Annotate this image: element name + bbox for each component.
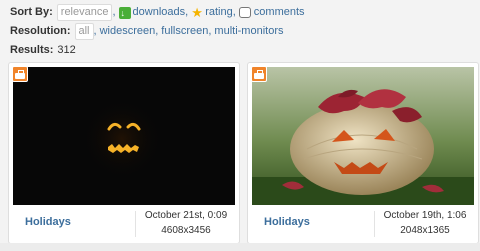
download-icon	[118, 4, 131, 23]
sort-label: Sort By:	[10, 6, 53, 18]
separator: ,	[185, 6, 189, 18]
image-dimensions: 2048x1365	[400, 225, 450, 236]
separator: ,	[232, 6, 236, 18]
separator: ,	[208, 25, 212, 37]
briefcase-icon	[12, 66, 28, 82]
page-footer-strip	[0, 243, 480, 251]
separator: ,	[112, 6, 116, 18]
wallpaper-meta: Holidays October 19th, 1:06 2048x1365	[252, 207, 474, 241]
sort-row: Sort By: relevance, downloads, ★rating, …	[10, 3, 475, 23]
upload-date: October 21st, 0:09	[144, 210, 228, 221]
results-row: Results: 312	[10, 41, 475, 60]
category-link[interactable]: Holidays	[25, 216, 71, 228]
upload-date: October 19th, 1:06	[383, 210, 467, 221]
resolution-label: Resolution:	[10, 25, 71, 37]
wallpaper-card: Holidays October 21st, 0:09 4608x3456	[8, 62, 240, 244]
star-icon: ★	[191, 4, 203, 20]
results-count: 312	[57, 44, 76, 56]
comment-bubble-icon	[238, 7, 251, 18]
results-label: Results:	[10, 44, 54, 56]
resolution-row: Resolution: all, widescreen, fullscreen,…	[10, 22, 475, 41]
wallpaper-card: Holidays October 19th, 1:06 2048x1365	[247, 62, 479, 244]
sort-option-comments-label: comments	[253, 6, 305, 18]
sort-option-downloads[interactable]: downloads	[118, 3, 186, 23]
divider	[374, 211, 375, 237]
wallpaper-meta: Holidays October 21st, 0:09 4608x3456	[13, 207, 235, 241]
resolution-option-all[interactable]: all	[74, 23, 94, 40]
image-dimensions: 4608x3456	[161, 225, 211, 236]
separator: ,	[155, 25, 159, 37]
resolution-option-widescreen[interactable]: widescreen	[100, 22, 156, 41]
wallpaper-thumbnail[interactable]	[13, 67, 235, 205]
sort-option-downloads-label: downloads	[132, 6, 186, 18]
resolution-option-multi-monitors[interactable]: multi-monitors	[214, 22, 283, 41]
resolution-option-fullscreen[interactable]: fullscreen	[161, 22, 208, 41]
filter-panel: Sort By: relevance, downloads, ★rating, …	[10, 3, 475, 60]
sort-option-relevance[interactable]: relevance	[56, 4, 113, 21]
briefcase-icon	[251, 66, 267, 82]
divider	[135, 211, 136, 237]
wallpaper-thumbnail[interactable]	[252, 67, 474, 205]
sort-option-rating-label: rating	[205, 6, 233, 18]
sort-option-rating[interactable]: ★ rating	[191, 3, 233, 22]
separator: ,	[93, 25, 97, 37]
category-link[interactable]: Holidays	[264, 216, 310, 228]
sort-option-comments[interactable]: comments	[238, 3, 305, 22]
